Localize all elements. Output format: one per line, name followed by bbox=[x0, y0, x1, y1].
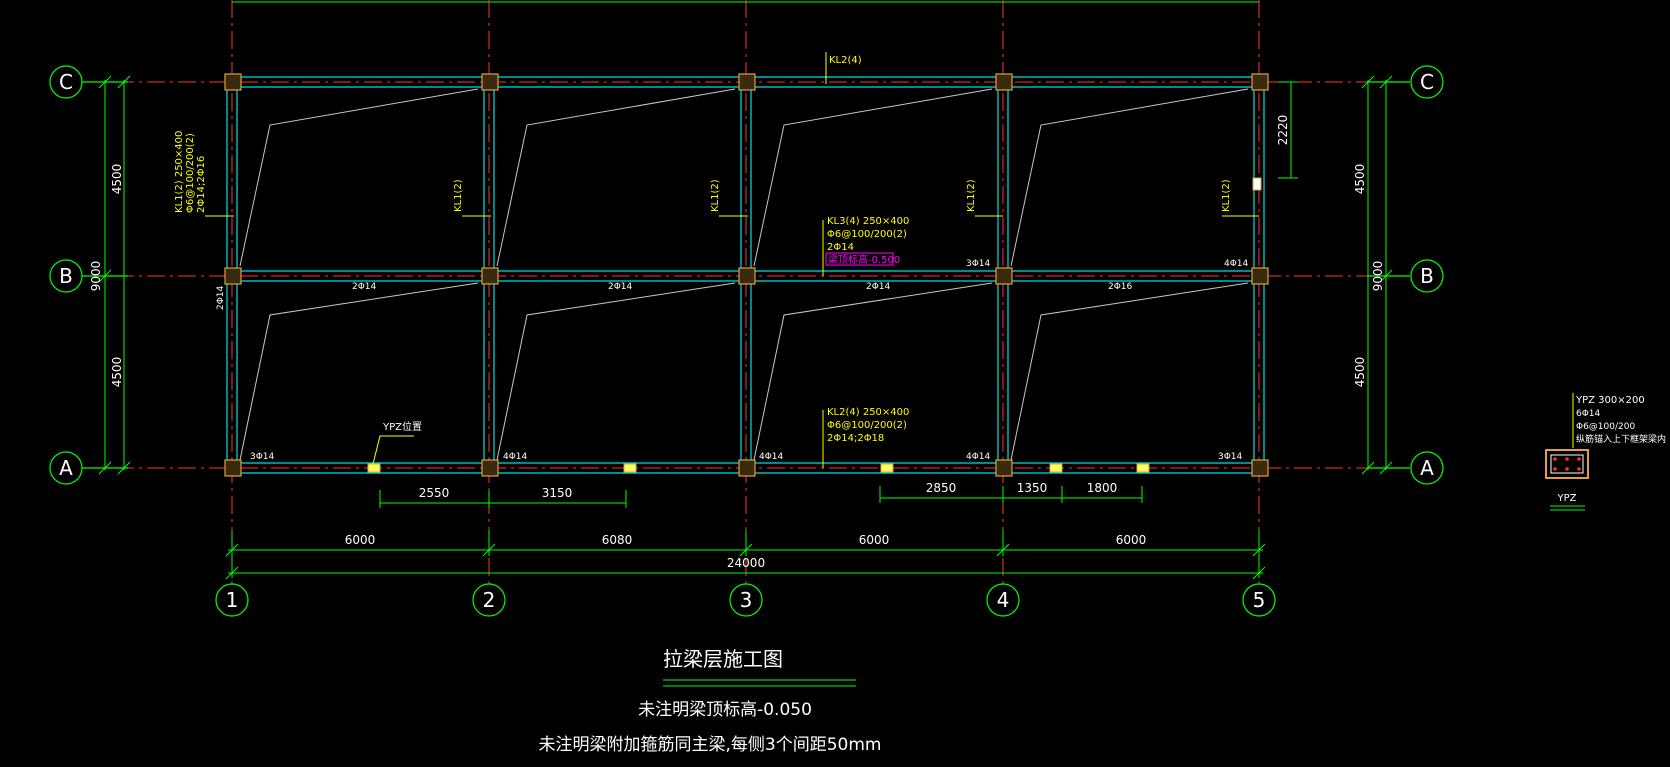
axis-label-1: 1 bbox=[226, 588, 239, 612]
a-rebar-5: 3Φ14 bbox=[1218, 452, 1243, 462]
right-dim-total: 9000 bbox=[1371, 261, 1385, 292]
b-rebar-3: 2Φ14 bbox=[866, 282, 891, 292]
kl2-bottom-line3: 2Φ14;2Φ18 bbox=[827, 433, 884, 444]
kl1-label-4: KL1(2) bbox=[966, 179, 977, 212]
sub-dim-2850: 2850 bbox=[926, 481, 957, 495]
axis-label-A-left: A bbox=[59, 456, 73, 480]
kl1-left-line1: KL1(2) 250×400 bbox=[174, 131, 185, 213]
elevation-label: 梁顶标高-0.500 bbox=[828, 253, 900, 266]
left-dim-total: 9000 bbox=[89, 261, 103, 292]
bay-dim-3: 6000 bbox=[859, 533, 890, 547]
kl1-label-5: KL1(2) bbox=[1221, 179, 1232, 212]
b-rebar-2: 2Φ14 bbox=[608, 282, 633, 292]
bay-dim-4: 6000 bbox=[1116, 533, 1147, 547]
axis-label-4: 4 bbox=[997, 588, 1010, 612]
left-dim-upper: 4500 bbox=[110, 164, 124, 195]
note-elevation: 未注明梁顶标高-0.050 bbox=[638, 700, 812, 720]
right-dim-upper: 4500 bbox=[1353, 164, 1367, 195]
bay-dim-1: 6000 bbox=[345, 533, 376, 547]
axis-label-3: 3 bbox=[740, 588, 753, 612]
ypz-detail-line4: 纵筋锚入上下框架梁内 bbox=[1576, 433, 1666, 445]
construction-drawing: C B A C B A 1 2 3 4 5 6000 6080 6000 600… bbox=[0, 0, 1670, 767]
drawing-title: 拉梁层施工图 bbox=[663, 647, 783, 671]
bay-dim-2: 6080 bbox=[602, 533, 633, 547]
sub-dim-3150: 3150 bbox=[542, 486, 573, 500]
a-rebar-2: 4Φ14 bbox=[503, 452, 528, 462]
sub-dim-1800: 1800 bbox=[1087, 481, 1118, 495]
ypz-detail-line1: YPZ 300×200 bbox=[1575, 395, 1645, 406]
note-stirrups: 未注明梁附加箍筋同主梁,每侧3个间距50mm bbox=[539, 735, 882, 755]
sub-dim-2550: 2550 bbox=[419, 486, 450, 500]
ypz-position-label: YPZ位置 bbox=[382, 420, 422, 433]
axis-label-A-right: A bbox=[1420, 456, 1434, 480]
right-dim-lower: 4500 bbox=[1353, 357, 1367, 388]
kl1-label-3: KL1(2) bbox=[710, 179, 721, 212]
b-rebar-4: 2Φ16 bbox=[1108, 282, 1133, 292]
kl1-left-line3: 2Φ14;2Φ16 bbox=[196, 156, 207, 213]
left-2phi14: 2Φ14 bbox=[216, 285, 226, 310]
left-dim-lower: 4500 bbox=[110, 357, 124, 388]
axis-label-C-right: C bbox=[1420, 70, 1434, 94]
a-rebar-1: 3Φ14 bbox=[250, 452, 275, 462]
total-dim: 24000 bbox=[727, 556, 765, 570]
ypz-name: YPZ bbox=[1557, 493, 1577, 504]
axis-label-C-left: C bbox=[59, 70, 73, 94]
axis-label-B-right: B bbox=[1420, 264, 1434, 288]
axis-label-5: 5 bbox=[1253, 588, 1266, 612]
kl3-line3: 2Φ14 bbox=[827, 242, 854, 253]
kl3-line1: KL3(4) 250×400 bbox=[827, 216, 909, 227]
a-rebar-4: 4Φ14 bbox=[966, 452, 991, 462]
axis-label-B-left: B bbox=[59, 264, 73, 288]
b-3phi14: 3Φ14 bbox=[966, 259, 991, 269]
kl2-top-label: KL2(4) bbox=[829, 55, 862, 66]
ypz-detail-line2: 6Φ14 bbox=[1576, 409, 1601, 419]
sub-dim-1350: 1350 bbox=[1017, 481, 1048, 495]
a-rebar-3: 4Φ14 bbox=[759, 452, 784, 462]
b-rebar-1: 2Φ14 bbox=[352, 282, 377, 292]
kl2-bottom-line2: Φ6@100/200(2) bbox=[827, 420, 907, 431]
gap-dim-2220: 2220 bbox=[1276, 115, 1290, 146]
b-4phi14: 4Φ14 bbox=[1224, 259, 1249, 269]
kl3-line2: Φ6@100/200(2) bbox=[827, 229, 907, 240]
kl1-label-2: KL1(2) bbox=[453, 179, 464, 212]
axis-label-2: 2 bbox=[483, 588, 496, 612]
kl1-left-line2: Φ6@100/200(2) bbox=[185, 133, 196, 213]
ypz-detail-line3: Φ6@100/200 bbox=[1576, 422, 1635, 432]
kl2-bottom-line1: KL2(4) 250×400 bbox=[827, 407, 909, 418]
